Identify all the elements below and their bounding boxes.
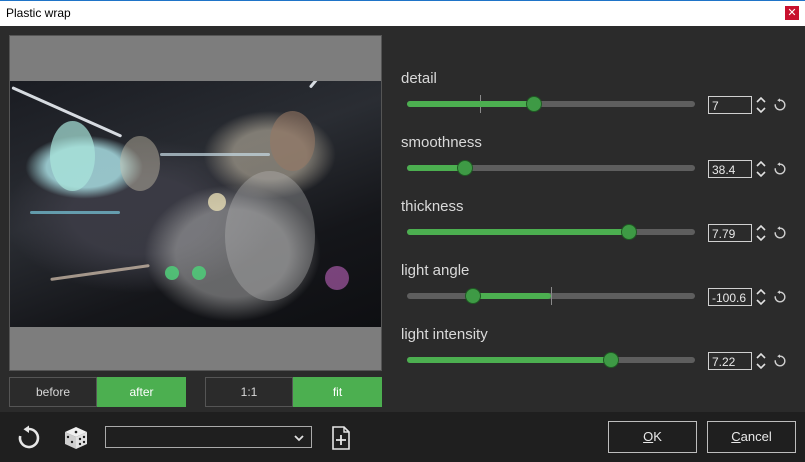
smoothness-spinner-arrows-icon[interactable] (755, 159, 767, 179)
preset-dropdown[interactable] (105, 426, 312, 448)
detail-reset-icon[interactable] (773, 98, 787, 112)
light-intensity-slider[interactable] (407, 352, 695, 368)
preview-image (10, 81, 381, 327)
ok-label-rest: K (653, 429, 662, 444)
preview-panel[interactable] (9, 35, 382, 371)
light-angle-spinner-arrows-icon[interactable] (755, 287, 767, 307)
cancel-button[interactable]: Cancel (707, 421, 796, 453)
cancel-hotkey: C (731, 429, 741, 444)
detail-spinner-arrows-icon[interactable] (755, 95, 767, 115)
after-button[interactable]: after (97, 377, 186, 407)
light-intensity-reset-icon[interactable] (773, 354, 787, 368)
dice-icon[interactable] (63, 425, 89, 451)
smoothness-value-field[interactable]: 38.4 (708, 160, 752, 178)
smoothness-slider-handle[interactable] (456, 160, 473, 176)
detail-slider-handle[interactable] (525, 96, 542, 112)
thickness-slider[interactable] (407, 224, 695, 240)
light-angle-label: light angle (401, 262, 470, 279)
zoom-fit-button[interactable]: fit (293, 377, 382, 407)
light-intensity-spinner-arrows-icon[interactable] (755, 351, 767, 371)
light-angle-reset-icon[interactable] (773, 290, 787, 304)
add-preset-icon[interactable] (331, 426, 351, 450)
light-angle-value-field[interactable]: -100.6 (708, 288, 752, 306)
smoothness-reset-icon[interactable] (773, 162, 787, 176)
ok-button[interactable]: OK (608, 421, 697, 453)
thickness-reset-icon[interactable] (773, 226, 787, 240)
chevron-down-icon (293, 431, 305, 449)
footer-bar: OK Cancel (0, 412, 805, 462)
light-intensity-value-field[interactable]: 7.22 (708, 352, 752, 370)
cancel-label-rest: ancel (740, 429, 772, 444)
detail-label: detail (401, 70, 437, 87)
detail-slider[interactable] (407, 95, 695, 113)
close-icon[interactable]: ✕ (785, 6, 799, 20)
smoothness-slider[interactable] (407, 160, 695, 176)
smoothness-label: smoothness (401, 134, 482, 151)
light-angle-slider[interactable] (407, 287, 695, 305)
ok-hotkey: O (643, 429, 654, 444)
before-button[interactable]: before (9, 377, 97, 407)
window-title: Plastic wrap (6, 6, 71, 20)
thickness-slider-handle[interactable] (620, 224, 637, 240)
thickness-label: thickness (401, 198, 464, 215)
light-intensity-label: light intensity (401, 326, 488, 343)
zoom-1-1-button[interactable]: 1:1 (205, 377, 293, 407)
detail-value-field[interactable]: 7 (708, 96, 752, 114)
thickness-value-field[interactable]: 7.79 (708, 224, 752, 242)
reset-all-icon[interactable] (16, 425, 42, 451)
thickness-spinner-arrows-icon[interactable] (755, 223, 767, 243)
title-bar: Plastic wrap ✕ (0, 0, 805, 26)
